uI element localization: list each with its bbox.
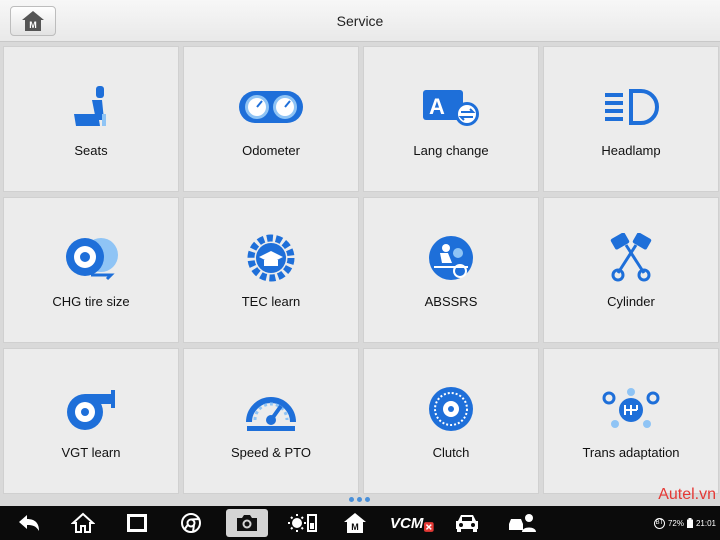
odometer-icon <box>235 81 307 133</box>
tile-label: TEC learn <box>241 294 301 309</box>
status-bar: BT 72% 21:01 <box>653 516 716 530</box>
clutch-icon <box>415 383 487 435</box>
tile-cylinder[interactable]: Cylinder <box>543 197 719 343</box>
vcm-status-icon <box>424 522 434 532</box>
tile-label: Odometer <box>242 143 300 158</box>
tile-odometer[interactable]: Odometer <box>183 46 359 192</box>
tile-abssrs[interactable]: ABSSRS <box>363 197 539 343</box>
page-indicator <box>349 497 371 503</box>
svg-text:M: M <box>351 522 359 532</box>
tile-label: Speed & PTO <box>231 445 311 460</box>
turbo-icon <box>55 383 127 435</box>
back-button[interactable] <box>14 509 44 537</box>
tile-label: Cylinder <box>607 294 655 309</box>
technician-car-icon <box>509 514 536 532</box>
cylinder-icon <box>595 232 667 284</box>
tile-speed-pto[interactable]: Speed & PTO <box>183 348 359 494</box>
maxisys-home-button[interactable]: M <box>340 509 370 537</box>
bluetooth-badge: BT <box>653 517 665 529</box>
vehicle-button[interactable] <box>452 509 482 537</box>
maxisys-home-icon: M <box>344 513 366 533</box>
watermark: Autel.vn <box>658 486 716 503</box>
tile-seats[interactable]: Seats <box>3 46 179 192</box>
headlamp-icon <box>595 81 667 133</box>
page-title: Service <box>336 13 384 29</box>
tile-clutch[interactable]: Clutch <box>363 348 539 494</box>
abs-srs-icon <box>415 232 487 284</box>
screenshot-button[interactable] <box>226 509 268 537</box>
tec-learn-icon <box>235 232 307 284</box>
tile-label: Trans adaptation <box>582 445 680 460</box>
tire-icon <box>55 232 127 284</box>
car-icon <box>456 515 478 532</box>
browser-button[interactable] <box>176 509 206 537</box>
home-nav-button[interactable] <box>68 509 98 537</box>
tile-lang-change[interactable]: A Lang change <box>363 46 539 192</box>
tile-vgt-learn[interactable]: VGT learn <box>3 348 179 494</box>
brightness-icon <box>288 514 317 532</box>
tile-label: CHG tire size <box>52 294 130 309</box>
tile-trans-adaptation[interactable]: Trans adaptation <box>543 348 719 494</box>
bluetooth-label: BT <box>655 520 664 526</box>
recent-apps-button[interactable] <box>122 509 152 537</box>
tile-label: Seats <box>74 143 108 158</box>
system-navbar: M VCM <box>0 506 720 540</box>
battery-level: 72% <box>667 518 684 528</box>
vcm-label: VCM <box>390 514 424 532</box>
remote-support-button[interactable] <box>506 509 538 537</box>
house-icon <box>71 512 95 533</box>
title-bar: M Service <box>0 0 720 42</box>
battery-icon <box>686 518 693 528</box>
tile-tec-learn[interactable]: TEC learn <box>183 197 359 343</box>
seat-icon <box>55 81 127 133</box>
svg-text:A: A <box>429 94 445 119</box>
vcm-button[interactable]: VCM <box>390 509 434 537</box>
tile-label: ABSSRS <box>424 294 478 309</box>
tile-label: Clutch <box>432 445 470 460</box>
recent-apps-icon <box>127 514 147 532</box>
tile-label: Lang change <box>413 143 489 158</box>
language-icon: A <box>415 81 487 133</box>
brightness-button[interactable] <box>286 509 318 537</box>
tile-chg-tire-size[interactable]: CHG tire size <box>3 197 179 343</box>
clock: 21:01 <box>695 518 716 528</box>
camera-icon <box>237 515 257 531</box>
service-grid: Seats Odometer A Lang change Headlamp CH… <box>3 46 719 494</box>
gearbox-icon <box>595 383 667 435</box>
tile-label: VGT learn <box>61 445 121 460</box>
tile-label: Headlamp <box>601 143 661 158</box>
back-icon <box>19 515 39 531</box>
chrome-icon <box>181 513 201 533</box>
speedometer-icon <box>235 383 307 435</box>
tile-headlamp[interactable]: Headlamp <box>543 46 719 192</box>
